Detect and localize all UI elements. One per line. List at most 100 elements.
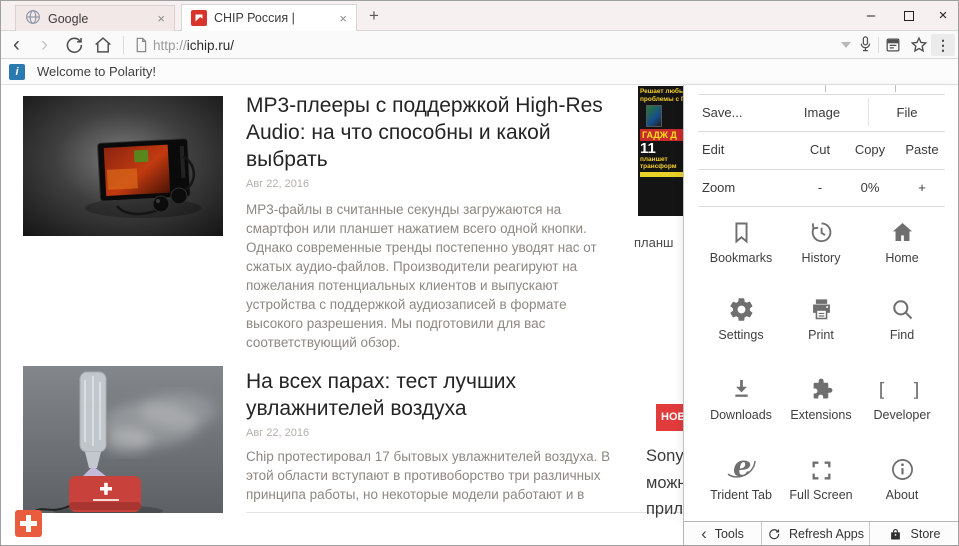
save-image-button[interactable]: Image <box>784 94 860 131</box>
browser-menu-panel: Save... Image File Edit Cut Copy Paste Z… <box>683 85 958 521</box>
menu-item-history[interactable]: History <box>781 214 861 290</box>
refresh-icon <box>767 527 781 541</box>
news-badge: НОВ <box>656 404 683 431</box>
menu-top-tick <box>895 85 896 92</box>
edit-copy-button[interactable]: Copy <box>845 131 895 168</box>
menu-item-about[interactable]: About <box>862 451 942 527</box>
ad-top-text: Решает любые проблемы с ПК <box>640 88 683 103</box>
menu-item-trident-tab[interactable]: e Trident Tab <box>701 451 781 527</box>
tab-strip: Google × CHIP Россия | × + – × <box>1 1 958 31</box>
new-tab-button[interactable]: + <box>369 6 379 26</box>
gear-icon <box>701 291 781 323</box>
menu-cell-divider <box>868 98 869 126</box>
menu-item-downloads[interactable]: Downloads <box>701 371 781 447</box>
tab-title: CHIP Россия | <box>214 11 295 25</box>
info-icon: i <box>9 64 25 80</box>
refresh-apps-button[interactable]: Refresh Apps <box>762 522 870 546</box>
tab-close-icon[interactable]: × <box>339 12 347 25</box>
reading-list-icon[interactable] <box>883 35 903 60</box>
toolbar-divider <box>123 36 124 54</box>
brackets-icon: [ ] <box>862 371 942 403</box>
sidebar-caption: планш <box>634 235 673 250</box>
article-thumbnail-mp3-player[interactable] <box>23 96 223 236</box>
toolbar-divider <box>878 37 879 53</box>
magazine-ad[interactable]: Решает любые проблемы с ПК ГАДЖ Д 11 пла… <box>638 86 683 216</box>
content-divider <box>246 512 683 513</box>
ad-number: 11 <box>640 141 683 156</box>
menu-top-tick <box>825 85 826 92</box>
store-button[interactable]: Store <box>870 522 958 546</box>
news-headline-line[interactable]: Sony <box>646 447 683 466</box>
menu-save-label: Save... <box>702 94 742 131</box>
news-headline-line[interactable]: можн <box>646 474 683 493</box>
article-excerpt: MP3-файлы в считанные секунды загружаютс… <box>246 200 624 352</box>
infobar-message: Welcome to Polarity! <box>37 64 156 79</box>
edit-cut-button[interactable]: Cut <box>795 131 845 168</box>
printer-icon <box>781 291 861 323</box>
bookmark-icon <box>701 214 781 246</box>
menu-item-developer[interactable]: [ ] Developer <box>862 371 942 447</box>
refresh-button[interactable] <box>63 34 85 61</box>
tab-google[interactable]: Google × <box>15 5 175 31</box>
page-icon <box>131 35 151 60</box>
zoom-level-value: 0% <box>845 169 895 206</box>
ad-cover-image <box>646 105 662 127</box>
bookmark-star-icon[interactable] <box>908 34 930 61</box>
menu-bottom-bar: ‹ Tools Refresh Apps Store <box>683 521 958 546</box>
forward-button[interactable]: › <box>41 34 48 56</box>
menu-item-find[interactable]: Find <box>862 291 942 367</box>
tab-chip-russia[interactable]: CHIP Россия | × <box>181 4 357 31</box>
maximize-icon <box>904 11 914 21</box>
home-button[interactable] <box>92 34 114 61</box>
back-button[interactable]: ‹ <box>13 34 20 56</box>
menu-zoom-label: Zoom <box>702 169 735 206</box>
tools-button[interactable]: ‹ Tools <box>684 522 762 546</box>
url-host: ichip.ru/ <box>187 38 234 53</box>
info-circle-icon <box>862 451 942 483</box>
page-right-column: Решает любые проблемы с ПК ГАДЖ Д 11 пла… <box>631 85 683 521</box>
article-title[interactable]: На всех парах: тест лучших увлажнителей … <box>246 368 546 422</box>
menu-item-print[interactable]: Print <box>781 291 861 367</box>
zoom-out-button[interactable]: - <box>795 169 845 206</box>
menu-edit-label: Edit <box>702 131 724 168</box>
puzzle-icon <box>781 371 861 403</box>
menu-item-bookmarks[interactable]: Bookmarks <box>701 214 781 290</box>
tab-title: Google <box>48 12 88 26</box>
trident-e-icon: e <box>701 451 781 483</box>
menu-item-settings[interactable]: Settings <box>701 291 781 367</box>
edit-paste-button[interactable]: Paste <box>897 131 947 168</box>
menu-kebab-button[interactable]: ⋮ <box>931 34 955 56</box>
menu-item-extensions[interactable]: Extensions <box>781 371 861 447</box>
article-title[interactable]: MP3-плееры с поддержкой High-Res Audio: … <box>246 92 618 173</box>
article-excerpt: Chip протестировал 17 бытовых увлажнител… <box>246 447 624 504</box>
home-icon <box>862 214 942 246</box>
url-scheme: http:// <box>153 38 187 53</box>
news-headline-line[interactable]: прил <box>646 500 683 519</box>
chip-favicon <box>191 10 207 26</box>
menu-item-home[interactable]: Home <box>862 214 942 290</box>
zoom-in-button[interactable]: + <box>897 169 947 206</box>
tab-close-icon[interactable]: × <box>157 12 165 25</box>
infobar: i Welcome to Polarity! <box>1 59 958 85</box>
menu-divider <box>698 206 945 207</box>
minimize-button[interactable]: – <box>861 6 881 26</box>
chevron-left-icon: ‹ <box>701 527 707 541</box>
shopping-bag-icon <box>888 527 903 542</box>
url-dropdown-caret-icon[interactable] <box>841 42 851 48</box>
browser-window: Google × CHIP Россия | × + – × ‹ › http:… <box>0 0 959 546</box>
fullscreen-icon <box>781 451 861 483</box>
magnifier-icon <box>862 291 942 323</box>
download-icon <box>701 371 781 403</box>
article-thumbnail-humidifier[interactable] <box>23 366 223 513</box>
save-file-button[interactable]: File <box>877 94 937 131</box>
polarity-plus-icon[interactable] <box>15 510 42 537</box>
close-window-button[interactable]: × <box>933 6 953 26</box>
article-date: Авг 22, 2016 <box>246 178 309 190</box>
menu-item-full-screen[interactable]: Full Screen <box>781 451 861 527</box>
address-bar[interactable]: http://ichip.ru/ <box>153 38 234 53</box>
microphone-icon[interactable] <box>855 34 875 59</box>
ad-bottom-bar <box>640 172 683 177</box>
history-icon <box>781 214 861 246</box>
ad-sub-text: планшет трансформ <box>640 156 683 170</box>
maximize-button[interactable] <box>899 6 919 26</box>
